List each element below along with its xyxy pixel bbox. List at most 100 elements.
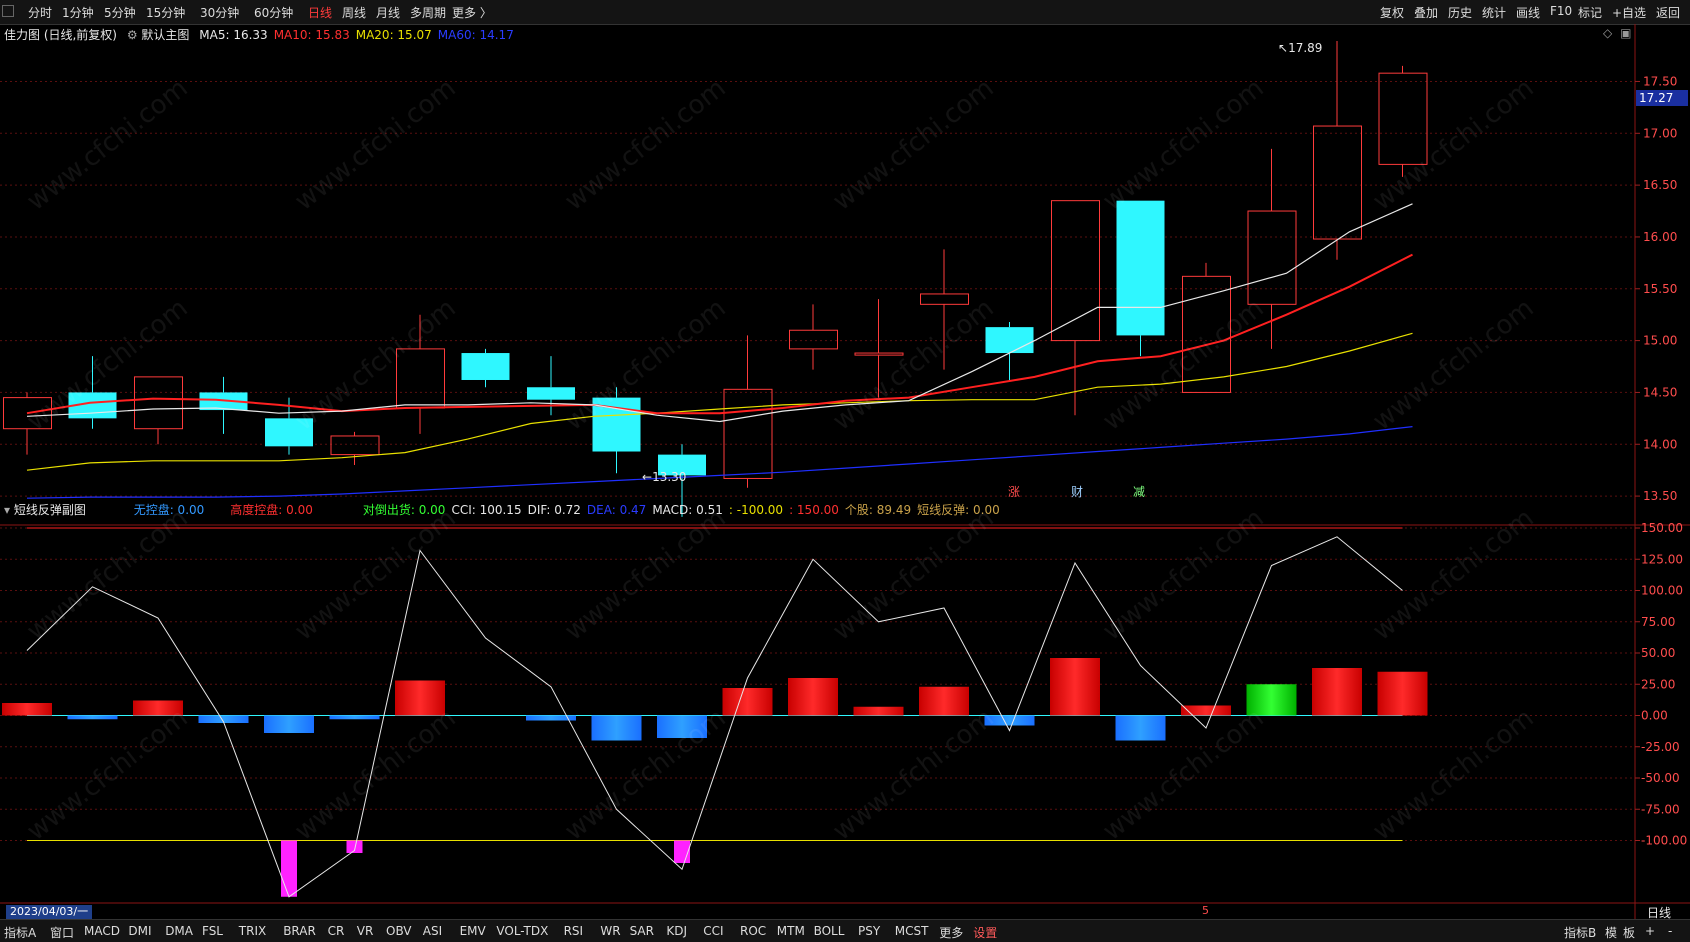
indicator-b-control-4[interactable]: - [1668, 924, 1672, 938]
candle [199, 376, 248, 434]
price-tick-label: 14.50 [1643, 385, 1677, 399]
indicator-tab-0[interactable]: 指标A [4, 924, 36, 941]
template-label[interactable]: 默认主图 [141, 28, 189, 42]
indicator-tab-14[interactable]: RSI [564, 924, 584, 938]
indicator-tab-13[interactable]: VOL-TDX [496, 924, 548, 938]
sub-bar-red [1377, 671, 1428, 716]
indicator-tab-23[interactable]: MCST [895, 924, 929, 938]
indicator-tab-20[interactable]: MTM [777, 924, 805, 938]
sub-bar-magenta [346, 840, 363, 853]
candle-body-down [985, 327, 1034, 354]
candle-body-up [1182, 275, 1231, 393]
candle [1051, 200, 1100, 416]
price-tick-label: 17.50 [1643, 74, 1677, 88]
candle [1182, 262, 1231, 393]
sub-bar-red [2, 703, 52, 716]
template-icon[interactable]: ⚙ [127, 28, 138, 42]
candle [1378, 65, 1428, 177]
candle [592, 387, 641, 474]
indicator-tab-8[interactable]: CR [328, 924, 345, 938]
stock-title[interactable]: 佳力图 (日线,前复权) [4, 28, 117, 42]
maximize-icon[interactable]: ▣ [1620, 26, 1631, 40]
sub-bar-red [1312, 668, 1362, 716]
indicator-tab-22[interactable]: PSY [858, 924, 880, 938]
indicator-tab-6[interactable]: TRIX [239, 924, 266, 938]
sub-tick-label: -25.00 [1641, 740, 1680, 754]
sub-bar-red [395, 680, 445, 716]
sub-tick-label: -50.00 [1641, 771, 1680, 785]
indicator-b-control-3[interactable]: + [1645, 924, 1655, 938]
sub-legend-10: 短线反弹: 0.00 [917, 503, 1000, 517]
main-chart-legend: 佳力图 (日线,前复权) ⚙ 默认主图 MA5: 16.33 MA10: 15.8… [4, 26, 514, 43]
candle [1313, 41, 1362, 260]
candle [789, 304, 838, 370]
sub-tick-label: 25.00 [1641, 677, 1675, 691]
indicator-tab-12[interactable]: EMV [460, 924, 486, 938]
candle [134, 376, 183, 445]
chart-canvas: 17.50 17.00 16.50 16.00 15.50 15.00 14.50 14.00… [0, 24, 1690, 919]
sub-legend-4: DIF: 0.72 [527, 503, 581, 517]
candle-body-down [527, 387, 575, 400]
candle [396, 314, 445, 434]
ma-legend-0: MA5: 16.33 [199, 28, 268, 42]
indicator-tab-21[interactable]: BOLL [814, 924, 845, 938]
indicator-b-control-0[interactable]: 指标B [1564, 924, 1596, 941]
event-tag-finance[interactable]: 财 [1071, 483, 1083, 500]
indicator-tab-5[interactable]: FSL [202, 924, 223, 938]
sub-bar-red [1181, 705, 1231, 716]
price-tick-label: 15.00 [1643, 334, 1677, 348]
indicator-tab-11[interactable]: ASI [423, 924, 442, 938]
indicator-tab-15[interactable]: WR [600, 924, 620, 938]
event-tag-reduce[interactable]: 减 [1133, 483, 1145, 500]
ma-legend-2: MA20: 15.07 [355, 28, 432, 42]
indicator-tab-17[interactable]: KDJ [666, 924, 687, 938]
diamond-icon[interactable]: ◇ [1603, 26, 1612, 40]
sub-tick-label: -75.00 [1641, 802, 1680, 816]
ma60-line [26, 426, 1413, 499]
indicator-tab-3[interactable]: DMI [128, 924, 151, 938]
sub-legend-2: 对倒出货: 0.00 [362, 503, 446, 517]
ma5-line [26, 203, 1413, 423]
candle-body-up [134, 376, 183, 430]
axis-month-marker: 5 [1202, 904, 1209, 917]
sub-tick-label: 50.00 [1641, 646, 1675, 660]
arrow-left-icon: ← [642, 470, 653, 484]
candle-body-up [1247, 210, 1297, 305]
indicator-b-control-1[interactable]: 模 [1605, 924, 1617, 941]
candle [330, 431, 380, 465]
indicator-tab-7[interactable]: BRAR [283, 924, 316, 938]
collapse-icon[interactable]: ▾ [4, 503, 10, 517]
ma-legend-1: MA10: 15.83 [273, 28, 350, 42]
candle-body-down [461, 353, 510, 380]
event-tag-rise[interactable]: 涨 [1008, 483, 1020, 500]
indicator-tab-24[interactable]: 更多 [939, 924, 963, 941]
sub-tick-label: 125.00 [1641, 552, 1683, 566]
sub-bar-blue [984, 715, 1035, 726]
sub-legend-8: : 150.00 [789, 503, 839, 517]
indicator-tab-9[interactable]: VR [357, 924, 374, 938]
indicator-tab-18[interactable]: CCI [703, 924, 723, 938]
indicator-tab-19[interactable]: ROC [740, 924, 766, 938]
candle-body-up [330, 435, 380, 456]
sub-bar-blue [67, 715, 118, 720]
arrow-left-icon: ↖ [1278, 41, 1289, 55]
sub-tick-label: 150.00 [1641, 521, 1683, 535]
indicator-tab-4[interactable]: DMA [165, 924, 193, 938]
sub-chart-title[interactable]: 短线反弹副图 [14, 503, 86, 517]
sub-tick-label: 100.00 [1641, 584, 1683, 598]
candle-body-up [920, 293, 969, 305]
sub-bar-blue [329, 715, 380, 720]
indicator-tab-1[interactable]: 窗口 [50, 924, 74, 941]
sub-tick-label: 75.00 [1641, 615, 1675, 629]
indicator-tab-16[interactable]: SAR [630, 924, 654, 938]
sub-legend-6: MACD: 0.51 [652, 503, 723, 517]
indicator-tab-25[interactable]: 设置 [973, 924, 997, 941]
sub-bar-blue [591, 715, 642, 741]
candle [854, 299, 904, 398]
sub-bar-red [722, 688, 773, 716]
candle-body-up [1313, 125, 1362, 240]
indicator-tab-2[interactable]: MACD [84, 924, 120, 938]
sub-bar-magenta [281, 840, 297, 897]
indicator-tab-10[interactable]: OBV [386, 924, 412, 938]
indicator-b-control-2[interactable]: 板 [1623, 924, 1635, 941]
